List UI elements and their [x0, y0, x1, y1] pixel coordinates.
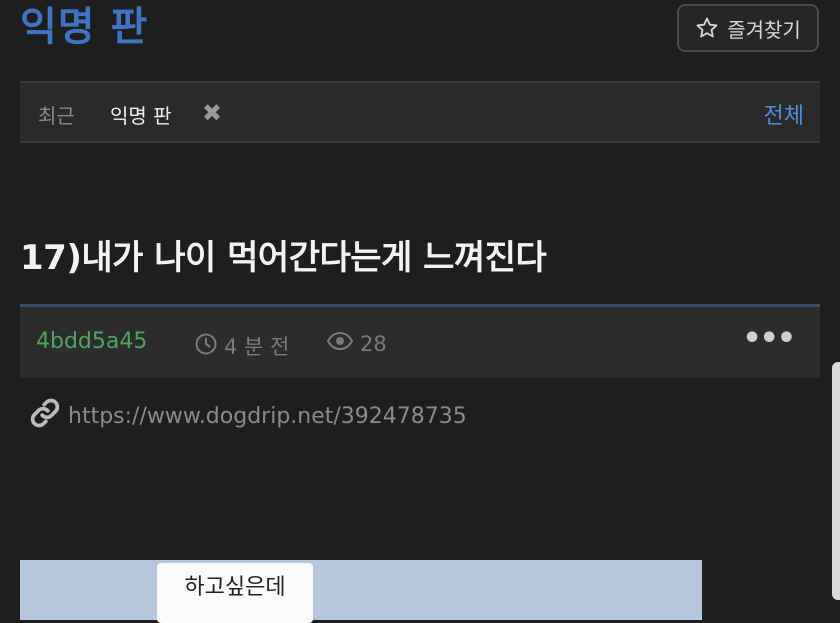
recent-boards-bar: 최근 익명 판 ✖ 전체 — [20, 81, 820, 143]
time-text: 4 분 전 — [224, 335, 290, 359]
post-meta-bar: 4bdd5a45 4 분 전 28 ••• — [20, 304, 820, 378]
recent-label: 최근 — [38, 104, 75, 128]
post-url-row[interactable]: https://www.dogdrip.net/392478735 — [28, 396, 467, 436]
views-text: 28 — [360, 331, 387, 356]
favorite-label: 즐겨찾기 — [727, 17, 801, 42]
image-caption: 하고싶은데 — [157, 563, 313, 623]
star-outline-icon — [695, 16, 719, 40]
more-options-button[interactable]: ••• — [742, 321, 796, 356]
post-image: 하고싶은데 — [20, 560, 702, 623]
eye-icon — [326, 331, 354, 356]
recent-board-link[interactable]: 익명 판 — [110, 100, 172, 129]
scrollbar[interactable] — [832, 362, 840, 600]
board-title[interactable]: 익명 판 — [20, 0, 148, 54]
close-icon[interactable]: ✖ — [202, 99, 222, 127]
post-url[interactable]: https://www.dogdrip.net/392478735 — [68, 404, 467, 429]
author-name[interactable]: 4bdd5a45 — [36, 329, 147, 354]
post-time: 4 분 전 — [194, 331, 289, 361]
link-icon — [28, 396, 62, 436]
view-count: 28 — [326, 331, 387, 356]
post-title: 17)내가 나이 먹어간다는게 느껴진다 — [20, 238, 547, 278]
clock-icon — [194, 332, 218, 361]
favorite-button[interactable]: 즐겨찾기 — [677, 4, 819, 52]
all-boards-link[interactable]: 전체 — [764, 98, 804, 130]
